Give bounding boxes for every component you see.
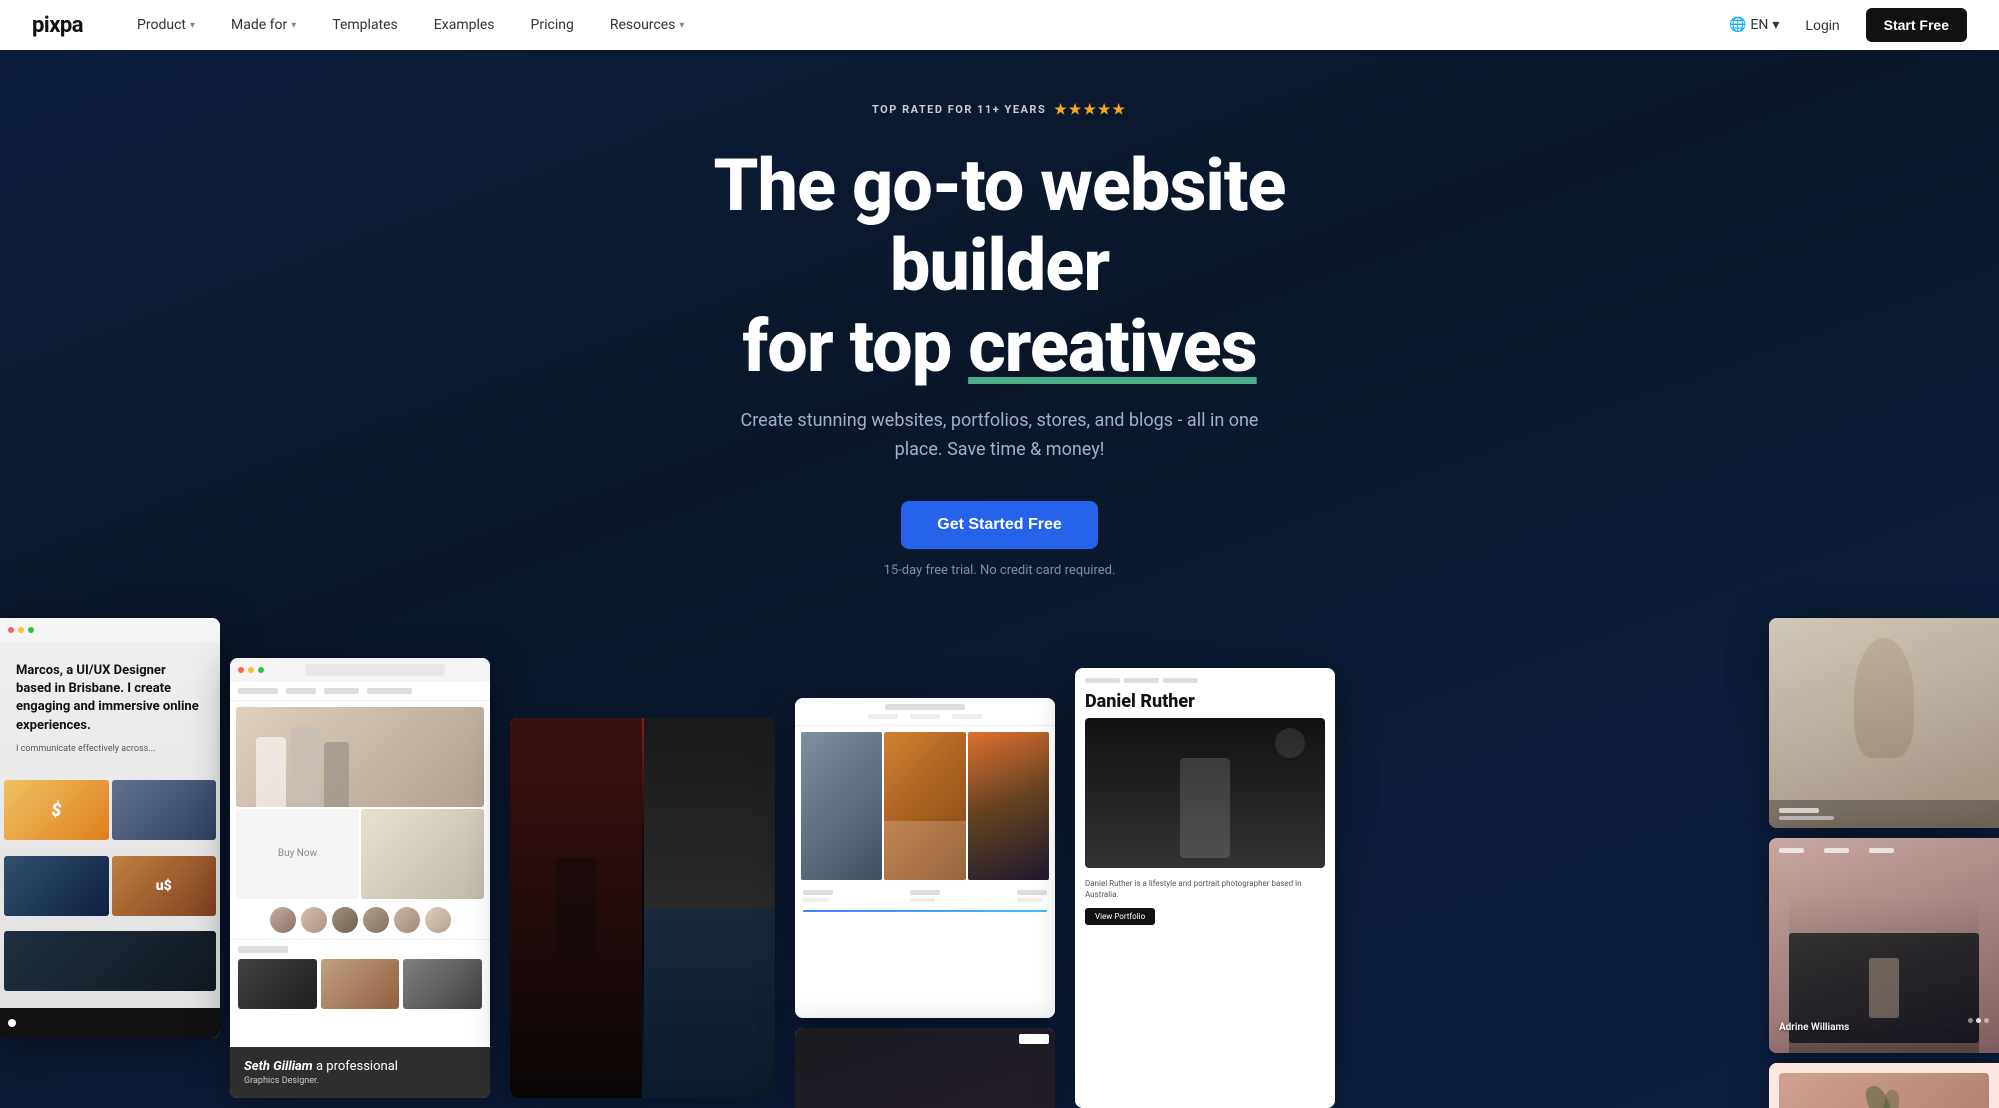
seth-footer: Seth Gilliam a professional Graphics Des… xyxy=(230,1047,490,1098)
nav-resources[interactable]: Resources ▾ xyxy=(592,0,703,50)
globe-icon: 🌐 xyxy=(1729,17,1746,33)
screenshot-seth: Buy Now xyxy=(230,658,490,1098)
screenshot-left-edge: Marcos, a UI/UX Designer based in Brisba… xyxy=(0,618,220,1038)
screenshot-landscape xyxy=(795,698,1055,1018)
screenshot-fashion xyxy=(510,718,775,1098)
seth-name: Seth Gilliam a professional xyxy=(244,1059,476,1074)
hero-subtext: Create stunning websites, portfolios, st… xyxy=(720,407,1280,465)
get-started-button[interactable]: Get Started Free xyxy=(901,501,1097,549)
daniel-name: Daniel Ruther xyxy=(1085,691,1325,712)
nav-made-for[interactable]: Made for ▾ xyxy=(213,0,314,50)
navbar: pixpa Product ▾ Made for ▾ Templates Exa… xyxy=(0,0,1999,50)
adrine-name: Adrine Williams xyxy=(1779,1022,1849,1033)
sc-left-heading: Marcos, a UI/UX Designer based in Brisba… xyxy=(16,662,204,735)
start-free-button[interactable]: Start Free xyxy=(1866,8,1967,42)
hero-headline: The go-to website builder for top creati… xyxy=(600,146,1400,388)
hero-section: TOP RATED FOR 11+ YEARS ★★★★★ The go-to … xyxy=(0,0,1999,1108)
nav-pricing[interactable]: Pricing xyxy=(513,0,592,50)
nav-templates[interactable]: Templates xyxy=(314,0,416,50)
login-button[interactable]: Login xyxy=(1795,11,1849,39)
chevron-icon: ▾ xyxy=(190,20,195,31)
logo[interactable]: pixpa xyxy=(32,13,83,38)
nav-product[interactable]: Product ▾ xyxy=(119,0,213,50)
language-selector[interactable]: 🌐 EN ▾ xyxy=(1729,17,1779,33)
chevron-icon: ▾ xyxy=(679,20,684,31)
daniel-desc: Daniel Ruther is a lifestyle and portrai… xyxy=(1085,878,1325,900)
chevron-icon: ▾ xyxy=(291,20,296,31)
trial-note: 15-day free trial. No credit card requir… xyxy=(600,563,1400,578)
screenshot-art: The Art of the order... xyxy=(795,1028,1055,1108)
star-rating: ★★★★★ xyxy=(1054,102,1127,118)
screenshot-pink: The Artistry of Adrine Williams xyxy=(1769,1063,1999,1108)
screenshot-woman-portrait xyxy=(1769,618,1999,828)
top-rated-badge: TOP RATED FOR 11+ YEARS ★★★★★ xyxy=(872,102,1127,118)
navbar-right: 🌐 EN ▾ Login Start Free xyxy=(1729,8,1967,42)
nav-examples[interactable]: Examples xyxy=(416,0,513,50)
screenshot-daniel: Daniel Ruther Daniel Ruther is a lifesty… xyxy=(1075,668,1335,1108)
sc-left-body: I communicate effectively across... xyxy=(16,743,204,757)
seth-desc: Graphics Designer. xyxy=(244,1076,476,1086)
hero-content: TOP RATED FOR 11+ YEARS ★★★★★ The go-to … xyxy=(580,50,1420,578)
screenshot-adrine: Adrine Williams xyxy=(1769,838,1999,1053)
daniel-cta: View Portfolio xyxy=(1085,908,1155,925)
nav-items: Product ▾ Made for ▾ Templates Examples … xyxy=(119,0,1729,50)
chevron-icon: ▾ xyxy=(1772,17,1779,33)
screenshots-area: Marcos, a UI/UX Designer based in Brisba… xyxy=(0,618,1999,1108)
